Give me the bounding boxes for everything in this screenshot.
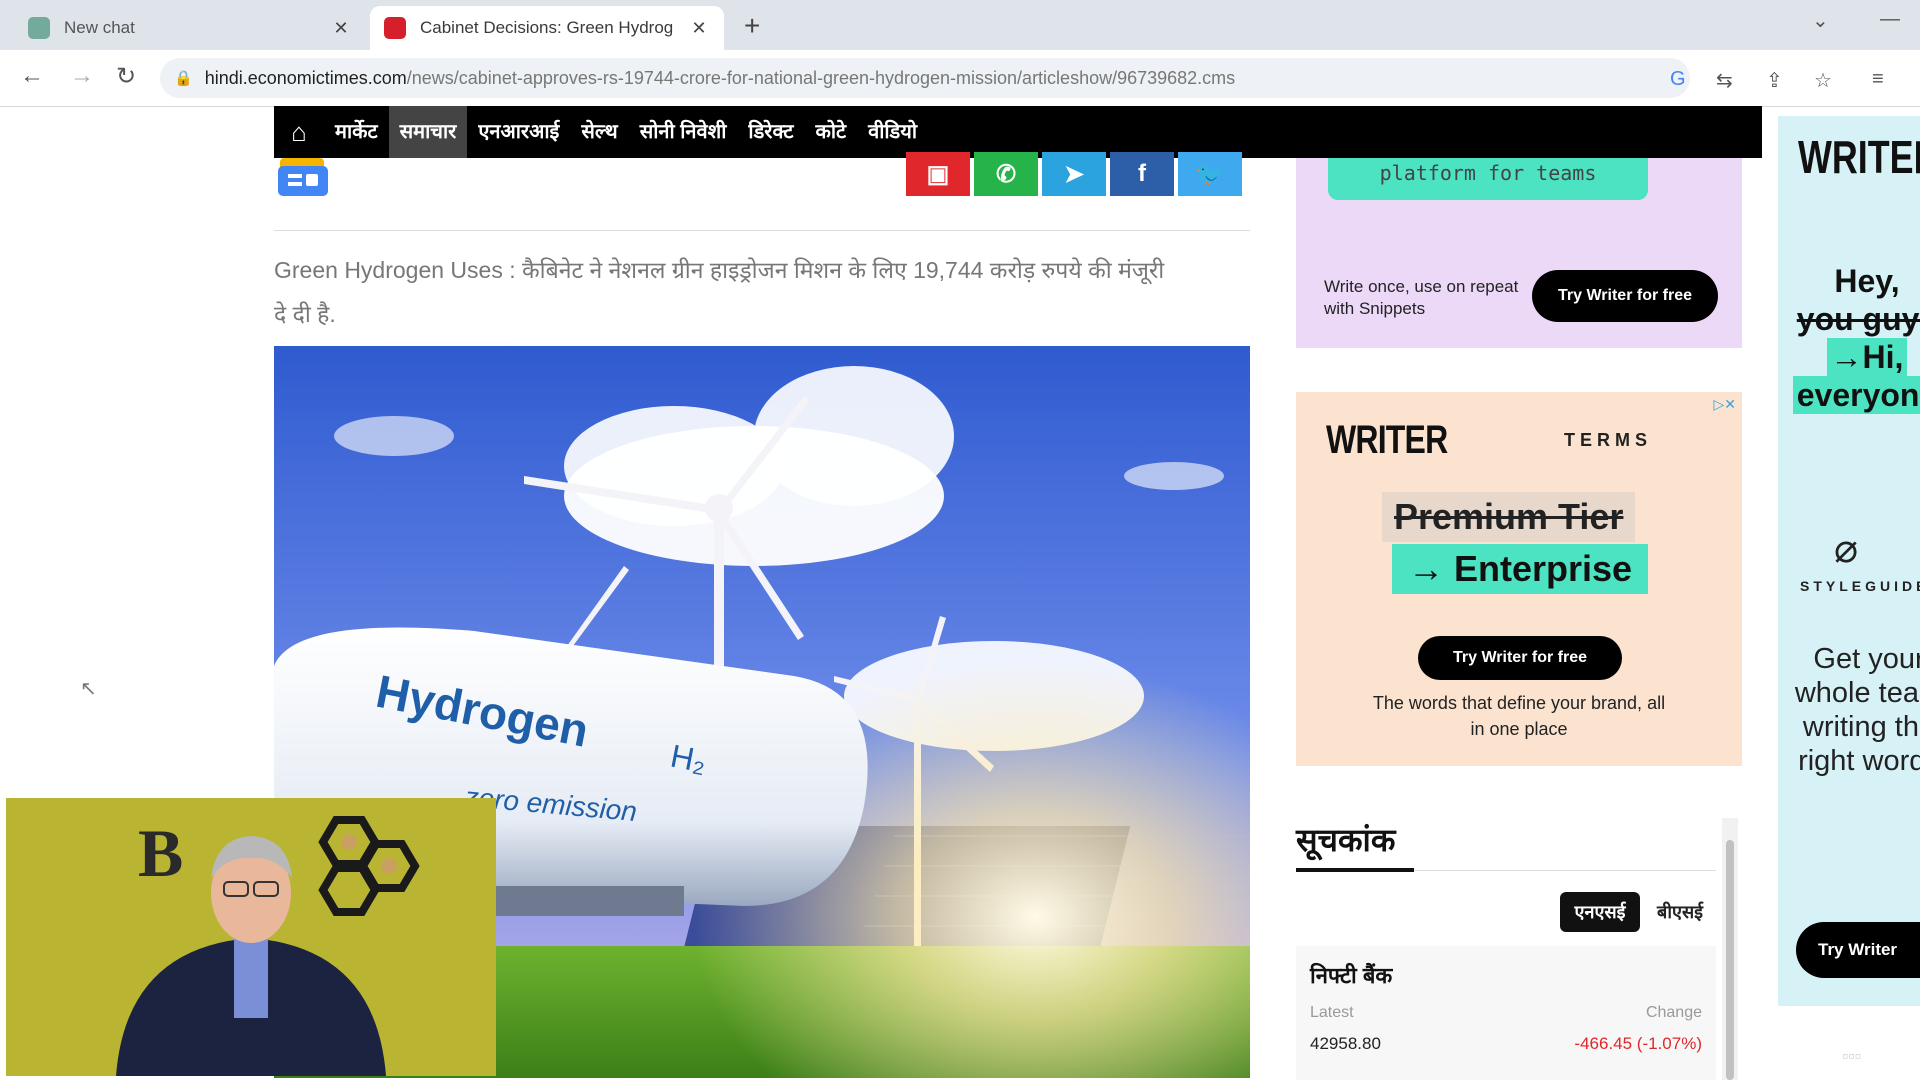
nav-item-5[interactable]: डिरेक्ट [737, 106, 804, 158]
try-writer-button[interactable]: Try Writer for free [1418, 636, 1622, 680]
divider [274, 230, 1250, 231]
styleguide-icon: ⌀ [1834, 527, 1859, 571]
ad-close-icon[interactable]: ▷✕ [1714, 396, 1737, 413]
change-label: Change [1645, 1004, 1702, 1021]
latest-label: Latest [1310, 1004, 1354, 1021]
watermark: ▫▫▫ [1842, 1046, 1862, 1066]
translate-icon[interactable]: ⇆ [1716, 68, 1733, 93]
writer-ad-middle[interactable]: ▷✕ WRITER TERMS Premium Tier → Enterpris… [1296, 392, 1742, 766]
try-writer-button[interactable]: Try Writer for free [1532, 270, 1718, 322]
change-value: -466.45 (-1.07%) [1574, 1034, 1702, 1053]
indices-title: सूचकांक [1296, 822, 1396, 858]
tank-h2-label: H₂ [668, 738, 710, 780]
ad-line: Hey, [1834, 263, 1900, 299]
wall-logo: B [138, 815, 183, 891]
address-bar-row: ← → ↻ 🔒 hindi.economictimes.com/news/cab… [0, 50, 1920, 107]
ad-premium-text: Premium Tier [1382, 492, 1636, 542]
tab-title: New chat [64, 18, 135, 37]
close-tab-icon[interactable]: ✕ [688, 18, 710, 39]
reading-list-icon[interactable]: ≡ [1872, 68, 1884, 91]
writer-logo: WRITER [1798, 131, 1920, 183]
whatsapp-icon[interactable]: ✆ [974, 152, 1038, 196]
ad-headline: Hey, you guys →Hi, everyone [1782, 262, 1920, 414]
browser-tab-bar: New chat ✕ Cabinet Decisions: Green Hydr… [0, 0, 1920, 50]
tab-nse[interactable]: एनएसई [1560, 892, 1640, 932]
comment-share-icon[interactable]: ▣ [906, 152, 970, 196]
article-summary: Green Hydrogen Uses : कैबिनेट ने नेशनल ग… [274, 257, 1165, 327]
mouse-cursor-icon: ↖ [80, 678, 97, 700]
reload-icon[interactable]: ↻ [116, 62, 136, 91]
ad-line: everyone [1792, 376, 1920, 414]
google-news-icon[interactable] [276, 156, 332, 198]
home-icon[interactable]: ⌂ [274, 117, 324, 148]
ad-text: Write once, use on repeat with Snippets [1324, 277, 1519, 318]
index-name: निफ्टी बैंक [1310, 963, 1393, 988]
forward-icon[interactable]: → [70, 62, 94, 90]
lock-icon: 🔒 [174, 70, 193, 87]
url-field[interactable]: 🔒 hindi.economictimes.com/news/cabinet-a… [160, 58, 1690, 98]
tab-search-icon[interactable]: ⌄ [1812, 8, 1829, 33]
tab-new-chat[interactable]: New chat ✕ [14, 6, 366, 50]
title-underline [1296, 868, 1414, 872]
nav-item-market[interactable]: मार्केट [324, 106, 389, 158]
site-nav: ⌂ मार्केट समाचार एनआरआई सेल्थ सोनी निवेश… [274, 106, 1762, 158]
writer-ad-top[interactable]: platform for teams Write once, use on re… [1296, 158, 1742, 348]
latest-value: 42958.80 [1310, 1034, 1381, 1053]
facebook-icon[interactable]: f [1110, 152, 1174, 196]
bookmark-star-icon[interactable]: ☆ [1814, 68, 1832, 93]
ad-banner-text: platform for teams [1328, 158, 1648, 200]
nav-item-4[interactable]: सोनी निवेशी [629, 106, 738, 158]
url-path: /news/cabinet-approves-rs-19744-crore-fo… [406, 67, 1236, 88]
try-writer-button[interactable]: Try Writer [1796, 922, 1920, 978]
ad-line: you guys [1796, 301, 1920, 337]
nav-item-video[interactable]: वीडियो [857, 106, 928, 158]
minimize-icon[interactable]: — [1880, 8, 1900, 31]
google-lens-icon[interactable]: G [1670, 68, 1686, 91]
nav-item-6[interactable]: कोटे [804, 106, 857, 158]
widget-scrollbar-thumb[interactable] [1726, 840, 1734, 1080]
ad-terms-label: TERMS [1564, 430, 1652, 450]
writer-logo: WRITER [1326, 418, 1448, 462]
new-tab-icon[interactable]: + [744, 10, 760, 42]
back-icon[interactable]: ← [20, 62, 44, 90]
ad-tagline: The words that define your brand, all in… [1372, 693, 1666, 739]
tab-title: Cabinet Decisions: Green Hydrog [420, 18, 674, 37]
telegram-icon[interactable]: ➤ [1042, 152, 1106, 196]
share-icon[interactable]: ⇪ [1766, 68, 1783, 93]
close-tab-icon[interactable]: ✕ [330, 18, 352, 39]
url-host: hindi.economictimes.com [204, 67, 407, 88]
indices-widget: सूचकांक एनएसई बीएसई निफ्टी बैंक Latest C… [1296, 808, 1742, 1080]
index-card[interactable]: निफ्टी बैंक Latest Change 42958.80 -466.… [1296, 946, 1716, 1080]
et-favicon-icon [384, 17, 406, 39]
twitter-icon[interactable]: 🐦 [1178, 152, 1242, 196]
writer-ad-skyscraper[interactable]: WRITER Hey, you guys →Hi, everyone ⌀ STY… [1778, 116, 1920, 1006]
nav-item-news[interactable]: समाचार [388, 106, 468, 158]
ad-line: →Hi, [1826, 338, 1908, 376]
nav-item-3[interactable]: सेल्थ [570, 106, 628, 158]
nav-item-nri[interactable]: एनआरआई [467, 106, 570, 158]
tab-bse[interactable]: बीएसई [1648, 892, 1712, 932]
webcam-overlay: B [6, 798, 496, 1076]
ad-body: Get your whole team writing the right wo… [1794, 643, 1920, 777]
ad-enterprise-text: → Enterprise [1392, 544, 1649, 594]
tab-article[interactable]: Cabinet Decisions: Green Hydrog ✕ [370, 6, 724, 50]
styleguide-label: STYLEGUIDE [1800, 578, 1920, 594]
chatgpt-favicon-icon [28, 17, 50, 39]
